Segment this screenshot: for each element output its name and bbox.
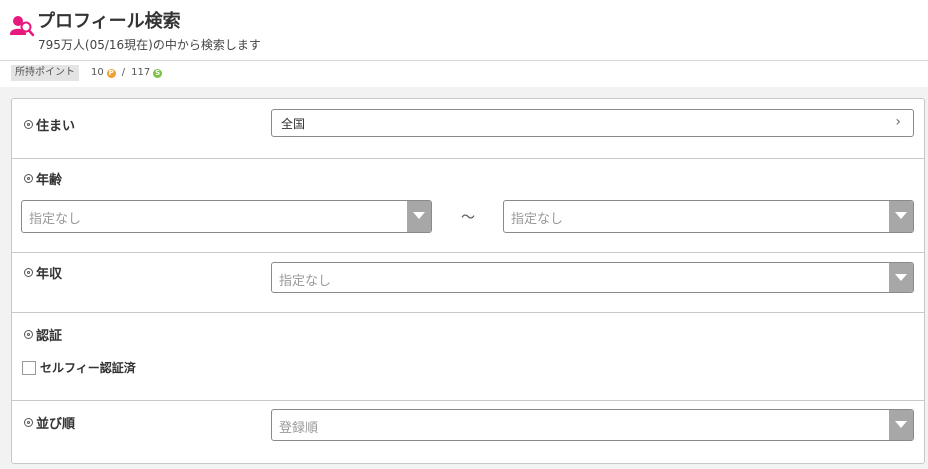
age-min-select-value: 指定なし: [29, 212, 82, 227]
age-section: 年齢 指定なし ～ 指定なし: [12, 159, 924, 253]
double-circle-icon: [24, 120, 33, 129]
age-label: 年齢: [24, 169, 62, 188]
points-bar: 所持ポイント 10 P / 117 S: [0, 61, 928, 87]
sort-section: 並び順 登録順: [12, 401, 924, 463]
residence-section: 住まい 全国 ›: [12, 99, 924, 159]
paid-point-coin-icon: P: [106, 68, 116, 78]
age-max-select[interactable]: 指定なし: [503, 200, 914, 233]
residence-select[interactable]: 全国 ›: [271, 109, 914, 137]
selfie-verified-label[interactable]: セルフィー認証済: [40, 359, 136, 376]
sort-label: 並び順: [24, 413, 75, 432]
service-point-coin-icon: S: [153, 68, 163, 78]
search-form-panel: 住まい 全国 › 年齢 指定なし ～ 指定なし 年収 指定なし 認証 セルフィー…: [11, 98, 925, 464]
user-search-icon: [10, 16, 35, 37]
verification-label: 認証: [24, 325, 62, 344]
dropdown-arrow-icon: [407, 201, 431, 232]
paid-points-value: 10: [91, 67, 104, 78]
search-form-area: 住まい 全国 › 年齢 指定なし ～ 指定なし 年収 指定なし 認証 セルフィー…: [0, 87, 928, 469]
residence-select-value: 全国: [281, 117, 306, 131]
points-label: 所持ポイント: [11, 65, 79, 81]
double-circle-icon: [24, 418, 33, 427]
age-range-separator: ～: [461, 210, 475, 226]
double-circle-icon: [24, 330, 33, 339]
income-section: 年収 指定なし: [12, 253, 924, 313]
service-points-value: 117: [131, 67, 151, 78]
age-min-select[interactable]: 指定なし: [21, 200, 432, 233]
residence-label: 住まい: [24, 115, 75, 134]
income-select-value: 指定なし: [279, 274, 332, 289]
points-values: 10 P / 117 S: [91, 65, 163, 81]
dropdown-arrow-icon: [889, 201, 913, 232]
age-max-select-value: 指定なし: [511, 212, 564, 227]
verification-section: 認証: [12, 313, 924, 401]
selfie-verified-checkbox[interactable]: [22, 361, 36, 375]
double-circle-icon: [24, 268, 33, 277]
page-header: プロフィール検索 795万人(05/16現在)の中から検索します: [0, 0, 928, 61]
income-label: 年収: [24, 263, 62, 282]
chevron-right-icon: ›: [895, 114, 901, 130]
double-circle-icon: [24, 174, 33, 183]
sort-select-value: 登録順: [279, 421, 319, 436]
points-separator: /: [121, 67, 126, 78]
income-select[interactable]: 指定なし: [271, 262, 914, 293]
dropdown-arrow-icon: [889, 410, 913, 440]
page-subtitle: 795万人(05/16現在)の中から検索します: [38, 38, 261, 52]
sort-select[interactable]: 登録順: [271, 409, 914, 441]
dropdown-arrow-icon: [889, 263, 913, 292]
page-title: プロフィール検索: [37, 11, 181, 32]
